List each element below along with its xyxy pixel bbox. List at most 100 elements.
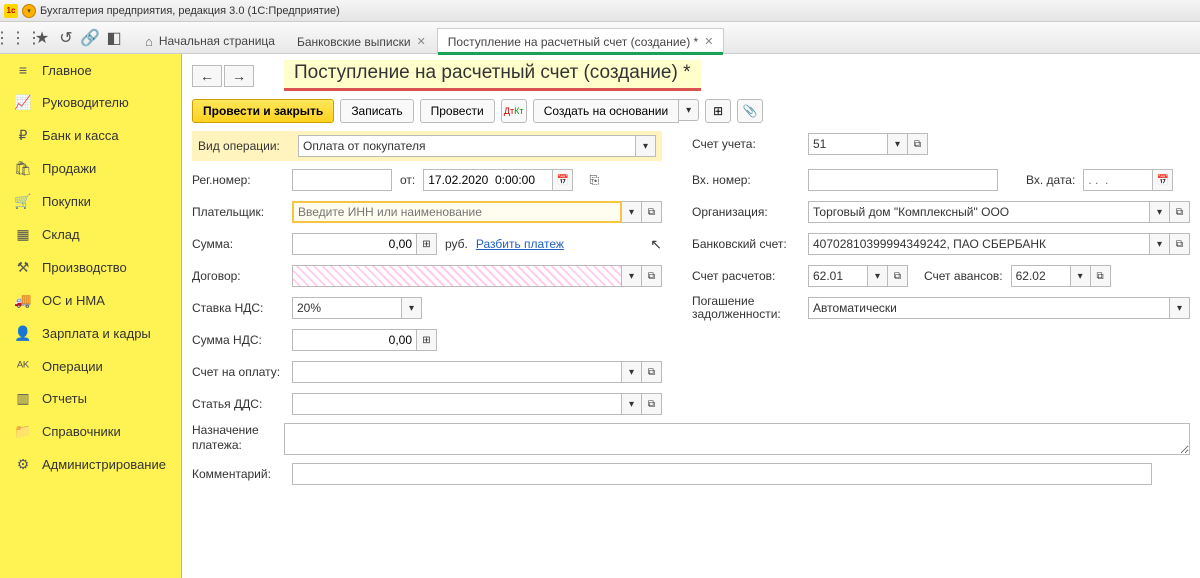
sidebar-item-label: Администрирование <box>42 457 166 472</box>
link-icon[interactable]: 🔗 <box>78 26 102 50</box>
star-icon[interactable]: ★ <box>30 26 54 50</box>
sidebar-item-directories[interactable]: 📁Справочники <box>0 415 181 448</box>
chevron-down-icon[interactable]: ▾ <box>1071 265 1091 287</box>
chevron-down-icon[interactable]: ▾ <box>402 297 422 319</box>
cursor-icon: ↖ <box>650 236 662 253</box>
sidebar-item-warehouse[interactable]: ▦ Склад <box>0 218 181 251</box>
sidebar-item-label: Банк и касса <box>42 128 119 143</box>
purpose-label: Назначение платежа: <box>192 423 276 452</box>
open-icon[interactable]: ⧉ <box>1091 265 1111 287</box>
sidebar-item-label: Зарплата и кадры <box>42 326 151 341</box>
menu-icon: ≡ <box>14 62 32 78</box>
payer-input[interactable] <box>292 201 622 223</box>
bank-select[interactable]: 40702810399994349242, ПАО СБЕРБАНК <box>808 233 1150 255</box>
account-select[interactable]: 51 <box>808 133 888 155</box>
calendar-icon[interactable]: 📅 <box>553 169 573 191</box>
attach-button[interactable]: 📎 <box>737 99 763 123</box>
chevron-down-icon[interactable]: ▾ <box>622 393 642 415</box>
write-button[interactable]: Записать <box>340 99 413 123</box>
split-payment-link[interactable]: Разбить платеж <box>476 237 564 251</box>
close-icon[interactable]: ✕ <box>704 35 713 48</box>
advance-select[interactable]: 62.02 <box>1011 265 1071 287</box>
close-icon[interactable]: ✕ <box>417 35 426 48</box>
reg-no-input[interactable] <box>292 169 392 191</box>
vat-amount-input[interactable] <box>292 329 417 351</box>
open-icon[interactable]: ⧉ <box>1170 201 1190 223</box>
chevron-down-icon[interactable]: ▾ <box>888 133 908 155</box>
chevron-down-icon[interactable]: ▾ <box>622 361 642 383</box>
in-no-input[interactable] <box>808 169 998 191</box>
in-date-input[interactable] <box>1083 169 1153 191</box>
date-label: от: <box>400 173 415 187</box>
structure-button[interactable]: ⊞ <box>705 99 731 123</box>
create-based-on-button[interactable]: Создать на основании <box>533 99 680 123</box>
open-icon[interactable]: ⧉ <box>642 201 662 223</box>
page-title: Поступление на расчетный счет (создание)… <box>284 60 701 91</box>
sidebar-item-bank[interactable]: ₽Банк и касса <box>0 119 181 152</box>
amount-label: Сумма: <box>192 237 284 251</box>
comment-label: Комментарий: <box>192 467 284 481</box>
dt-kt-button[interactable]: ДᴛКᴛ <box>501 99 527 123</box>
chevron-down-icon[interactable]: ▾ <box>679 99 699 121</box>
sidebar-item-purchases[interactable]: 🛒Покупки <box>0 185 181 218</box>
debt-select[interactable]: Автоматически <box>808 297 1170 319</box>
amount-input[interactable] <box>292 233 417 255</box>
chevron-down-icon[interactable]: ▾ <box>622 201 642 223</box>
date-input[interactable] <box>423 169 553 191</box>
open-icon[interactable]: ⧉ <box>642 361 662 383</box>
open-icon[interactable]: ⧉ <box>1170 233 1190 255</box>
purpose-textarea[interactable] <box>284 423 1190 455</box>
tab-label: Поступление на расчетный счет (создание)… <box>448 35 698 49</box>
tab-bank-statements[interactable]: Банковские выписки ✕ <box>286 28 437 54</box>
invoice-select[interactable] <box>292 361 622 383</box>
dds-select[interactable] <box>292 393 622 415</box>
sidebar-item-sales[interactable]: 🛍Продажи <box>0 152 181 185</box>
sidebar-item-reports[interactable]: ▥Отчеты <box>0 382 181 415</box>
nav-back-button[interactable]: ← <box>192 65 222 87</box>
post-button[interactable]: Провести <box>420 99 495 123</box>
chevron-down-icon[interactable]: ▾ <box>1150 233 1170 255</box>
chevron-down-icon[interactable]: ▾ <box>868 265 888 287</box>
operation-type-select[interactable]: Оплата от покупателя <box>298 135 636 157</box>
sidebar-item-operations[interactable]: ᴬᴷОперации <box>0 350 181 382</box>
calendar-icon[interactable]: 📅 <box>1153 169 1173 191</box>
contract-select[interactable] <box>292 265 622 287</box>
tab-incoming-payment[interactable]: Поступление на расчетный счет (создание)… <box>437 28 725 54</box>
sidebar-item-assets[interactable]: 🚚ОС и НМА <box>0 284 181 317</box>
comment-input[interactable] <box>292 463 1152 485</box>
chevron-down-icon[interactable]: ▾ <box>1150 201 1170 223</box>
history-icon[interactable]: ↺ <box>54 26 78 50</box>
tab-home[interactable]: ⌂ Начальная страница <box>134 27 286 54</box>
open-icon[interactable]: ⧉ <box>908 133 928 155</box>
settlement-select[interactable]: 62.01 <box>808 265 868 287</box>
app-menu-dropdown[interactable]: ▾ <box>22 4 36 18</box>
sidebar-toggle-icon[interactable]: ◧ <box>102 26 126 50</box>
import-icon[interactable]: ⎘ <box>581 168 607 192</box>
calc-icon[interactable]: ⊞ <box>417 329 437 351</box>
vat-rate-select[interactable]: 20% <box>292 297 402 319</box>
main-content: ← → Поступление на расчетный счет (созда… <box>182 54 1200 578</box>
journal-icon: ᴬᴷ <box>14 358 32 374</box>
debt-label: Погашение задолженности: <box>692 295 800 321</box>
calc-icon[interactable]: ⊞ <box>417 233 437 255</box>
sidebar-item-label: Справочники <box>42 424 121 439</box>
open-icon[interactable]: ⧉ <box>888 265 908 287</box>
sidebar-item-admin[interactable]: ⚙Администрирование <box>0 448 181 481</box>
payer-label: Плательщик: <box>192 205 284 219</box>
sidebar-item-hr[interactable]: 👤Зарплата и кадры <box>0 317 181 350</box>
sidebar-item-label: Склад <box>42 227 80 242</box>
sidebar-item-manager[interactable]: 📈Руководителю <box>0 86 181 119</box>
open-icon[interactable]: ⧉ <box>642 393 662 415</box>
open-icon[interactable]: ⧉ <box>642 265 662 287</box>
nav-forward-button[interactable]: → <box>224 65 254 87</box>
chevron-down-icon[interactable]: ▾ <box>1170 297 1190 319</box>
sidebar-item-main[interactable]: ≡Главное <box>0 54 181 86</box>
chevron-down-icon[interactable]: ▾ <box>622 265 642 287</box>
apps-icon[interactable]: ⋮⋮⋮ <box>6 26 30 50</box>
sidebar-item-production[interactable]: ⚒Производство <box>0 251 181 284</box>
reg-no-label: Рег.номер: <box>192 173 284 187</box>
post-and-close-button[interactable]: Провести и закрыть <box>192 99 334 123</box>
grid-icon: ▦ <box>14 226 32 243</box>
org-select[interactable]: Торговый дом "Комплексный" ООО <box>808 201 1150 223</box>
chevron-down-icon[interactable]: ▾ <box>636 135 656 157</box>
